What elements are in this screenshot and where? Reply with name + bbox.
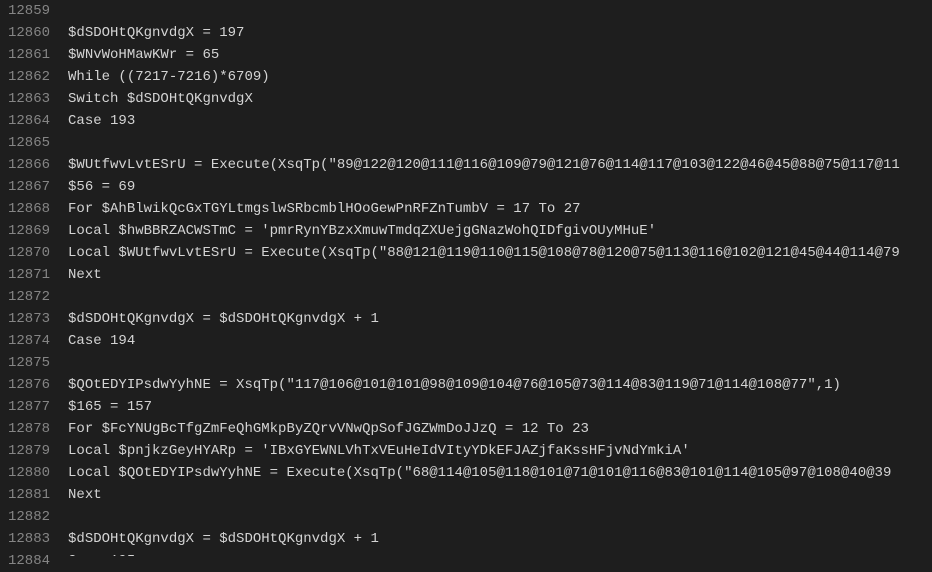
line-number: 12880	[8, 462, 50, 484]
line-number: 12884	[8, 550, 50, 572]
line-number: 12867	[8, 176, 50, 198]
code-line[interactable]: Local $QOtEDYIPsdwYyhNE = Execute(XsqTp(…	[68, 462, 932, 484]
line-number: 12879	[8, 440, 50, 462]
code-line[interactable]: Case 195	[68, 550, 932, 556]
code-line[interactable]: $dSDOHtQKgnvdgX = $dSDOHtQKgnvdgX + 1	[68, 308, 932, 330]
code-line[interactable]: $56 = 69	[68, 176, 932, 198]
code-line[interactable]: While ((7217-7216)*6709)	[68, 66, 932, 88]
line-number: 12863	[8, 88, 50, 110]
line-number: 12862	[8, 66, 50, 88]
code-line[interactable]: $dSDOHtQKgnvdgX = $dSDOHtQKgnvdgX + 1	[68, 528, 932, 550]
line-number: 12883	[8, 528, 50, 550]
code-line[interactable]: Local $hwBBRZACWSTmC = 'pmrRynYBzxXmuwTm…	[68, 220, 932, 242]
code-line[interactable]: Case 194	[68, 330, 932, 352]
line-number: 12877	[8, 396, 50, 418]
code-line[interactable]	[68, 0, 932, 22]
code-line[interactable]	[68, 132, 932, 154]
line-number: 12876	[8, 374, 50, 396]
line-number: 12874	[8, 330, 50, 352]
code-line[interactable]: $dSDOHtQKgnvdgX = 197	[68, 22, 932, 44]
line-number: 12870	[8, 242, 50, 264]
line-number: 12881	[8, 484, 50, 506]
code-line[interactable]: $165 = 157	[68, 396, 932, 418]
line-number: 12864	[8, 110, 50, 132]
code-line[interactable]: For $AhBlwikQcGxTGYLtmgslwSRbcmblHOoGewP…	[68, 198, 932, 220]
line-number: 12873	[8, 308, 50, 330]
line-number: 12861	[8, 44, 50, 66]
code-line[interactable]: For $FcYNUgBcTfgZmFeQhGMkpByZQrvVNwQpSof…	[68, 418, 932, 440]
code-line[interactable]	[68, 286, 932, 308]
code-line[interactable]	[68, 352, 932, 374]
line-number: 12869	[8, 220, 50, 242]
code-line[interactable]: Local $WUtfwvLvtESrU = Execute(XsqTp("88…	[68, 242, 932, 264]
code-editor: 1285912860128611286212863128641286512866…	[0, 0, 932, 556]
code-line[interactable]: Switch $dSDOHtQKgnvdgX	[68, 88, 932, 110]
line-number: 12859	[8, 0, 50, 22]
line-number: 12871	[8, 264, 50, 286]
code-line[interactable]: Local $pnjkzGeyHYARp = 'IBxGYEWNLVhTxVEu…	[68, 440, 932, 462]
line-number: 12872	[8, 286, 50, 308]
line-number-gutter: 1285912860128611286212863128641286512866…	[0, 0, 64, 556]
line-number: 12875	[8, 352, 50, 374]
code-line[interactable]	[68, 506, 932, 528]
code-line[interactable]: $WUtfwvLvtESrU = Execute(XsqTp("89@122@1…	[68, 154, 932, 176]
line-number: 12866	[8, 154, 50, 176]
code-line[interactable]: $QOtEDYIPsdwYyhNE = XsqTp("117@106@101@1…	[68, 374, 932, 396]
line-number: 12860	[8, 22, 50, 44]
line-number: 12882	[8, 506, 50, 528]
code-line[interactable]: Next	[68, 264, 932, 286]
code-line[interactable]: Case 193	[68, 110, 932, 132]
line-number: 12865	[8, 132, 50, 154]
code-line[interactable]: $WNvWoHMawKWr = 65	[68, 44, 932, 66]
line-number: 12868	[8, 198, 50, 220]
line-number: 12878	[8, 418, 50, 440]
code-line[interactable]: Next	[68, 484, 932, 506]
code-content[interactable]: $dSDOHtQKgnvdgX = 197$WNvWoHMawKWr = 65W…	[64, 0, 932, 556]
